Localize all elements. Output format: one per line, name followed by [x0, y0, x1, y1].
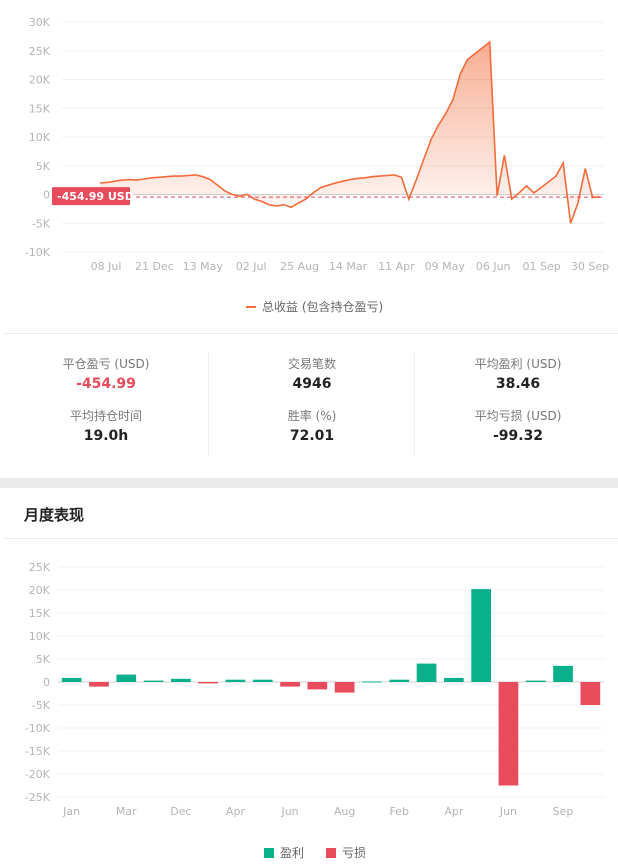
x-tick-label: Jan — [62, 805, 80, 818]
y-tick-label: 5K — [36, 160, 51, 173]
x-tick-label: 11 Apr — [378, 260, 415, 273]
x-tick-label: 06 Jun — [476, 260, 511, 273]
y-tick-label: -10K — [25, 722, 51, 735]
equity-legend: 总收益 (包含持仓盈亏) — [246, 298, 383, 315]
monthly-chart: 25K 20K 15K 10K 5K 0 -5K -10K -15K -20K -25K Jan Ma… — [25, 561, 604, 818]
x-tick-label: Sep — [553, 805, 574, 818]
loss-swatch — [326, 847, 337, 858]
x-tick-label: 02 Jul — [236, 260, 267, 273]
profit-bar — [116, 674, 137, 682]
y-tick-label: 0 — [43, 676, 50, 689]
y-tick-label: 15K — [29, 102, 51, 115]
y-tick-label: 25K — [29, 45, 51, 58]
profit-bar — [553, 665, 573, 682]
stat-avg-profit: 平均盈利 (USD) 38.46 — [428, 355, 608, 392]
x-tick-label: Jun — [499, 805, 517, 818]
y-tick-label: 30K — [29, 16, 51, 29]
profit-bar — [252, 679, 273, 682]
equity-area — [100, 42, 600, 224]
loss-bar — [334, 682, 355, 693]
profit-bar — [416, 663, 437, 682]
stat-value: 72.01 — [289, 428, 335, 444]
profit-bar — [171, 678, 191, 682]
section-title: 月度表现 — [24, 506, 85, 524]
loss-bar — [580, 682, 601, 705]
stat-trades: 交易笔数 4946 — [222, 355, 402, 392]
loss-bar — [280, 682, 300, 687]
x-tick-label: Jun — [280, 805, 298, 818]
profit-bar — [444, 677, 464, 682]
profit-bar — [143, 680, 164, 682]
y-tick-label: 5K — [36, 653, 51, 666]
x-tick-label: Dec — [170, 805, 191, 818]
stat-label: 平仓盈亏 (USD) — [62, 357, 150, 371]
x-tick-label: 30 Sep — [571, 260, 609, 273]
legend-line-swatch — [246, 305, 256, 308]
y-tick-label: 15K — [29, 607, 51, 620]
stats-divider — [208, 352, 209, 456]
stat-label: 平均亏损 (USD) — [474, 409, 562, 423]
divider — [4, 538, 618, 539]
legend-loss-label: 亏损 — [342, 846, 367, 860]
divider — [4, 333, 618, 334]
profit-bar — [471, 589, 491, 682]
profit-swatch — [264, 847, 274, 858]
profit-bar — [389, 679, 410, 682]
stat-label: 平均持仓时间 — [69, 409, 142, 423]
y-tick-label: -25K — [25, 791, 51, 804]
x-tick-label: 21 Dec — [135, 260, 174, 273]
stat-value: 4946 — [292, 376, 332, 392]
current-value-label: -454.99 USD — [57, 190, 134, 203]
y-tick-label: 25K — [29, 561, 51, 574]
profit-bar — [525, 680, 546, 682]
stat-label: 平均盈利 (USD) — [474, 357, 562, 371]
y-tick-label: 10K — [29, 131, 51, 144]
x-tick-label: 25 Aug — [280, 260, 319, 273]
equity-legend-label: 总收益 (包含持仓盈亏) — [262, 300, 384, 314]
y-tick-label: -10K — [25, 246, 51, 259]
loss-bar — [307, 682, 328, 690]
x-tick-label: 14 Mar — [329, 260, 368, 273]
profit-bar — [362, 681, 382, 683]
stat-value: -99.32 — [492, 428, 544, 444]
equity-chart: 30K 25K 20K 15K 10K 5K 0 -5K -10K 08 Jul 21 Dec 13… — [25, 16, 609, 273]
x-tick-label: Feb — [390, 805, 409, 818]
x-tick-label: 13 May — [183, 260, 224, 273]
y-tick-label: 10K — [29, 630, 51, 643]
stat-value: -454.99 — [76, 376, 136, 392]
stat-avg-loss: 平均亏损 (USD) -99.32 — [428, 407, 608, 444]
stat-avg-hold: 平均持仓时间 19.0h — [16, 407, 196, 444]
monthly-legend: 盈利 亏损 — [264, 844, 366, 861]
y-tick-label: 0 — [43, 189, 50, 202]
legend-profit-label: 盈利 — [280, 846, 305, 860]
y-tick-label: -15K — [25, 745, 51, 758]
loss-bar — [89, 682, 109, 687]
y-tick-label: 20K — [29, 584, 51, 597]
x-tick-label: Aug — [334, 805, 355, 818]
stat-label: 胜率 (%) — [287, 409, 337, 423]
x-tick-label: 09 May — [425, 260, 466, 273]
stat-closed-pnl: 平仓盈亏 (USD) -454.99 — [16, 355, 196, 392]
stat-winrate: 胜率 (%) 72.01 — [222, 407, 402, 444]
x-tick-label: Mar — [116, 805, 137, 818]
stat-value: 38.46 — [495, 376, 541, 392]
profit-bar — [225, 679, 246, 682]
stat-value: 19.0h — [83, 428, 129, 444]
loss-bar — [198, 682, 218, 684]
x-tick-label: 08 Jul — [91, 260, 122, 273]
loss-bar — [498, 682, 519, 786]
x-tick-label: Apr — [226, 805, 246, 818]
equity-line — [99, 40, 601, 224]
y-tick-label: 20K — [29, 74, 51, 87]
stat-label: 交易笔数 — [287, 357, 336, 371]
y-tick-label: -5K — [32, 699, 51, 712]
profit-bar — [61, 677, 82, 682]
stats-divider — [414, 352, 415, 456]
section-separator — [0, 478, 618, 488]
x-tick-label: 01 Sep — [522, 260, 560, 273]
x-tick-label: Apr — [444, 805, 464, 818]
y-tick-label: -20K — [25, 768, 51, 781]
y-tick-label: -5K — [32, 217, 51, 230]
